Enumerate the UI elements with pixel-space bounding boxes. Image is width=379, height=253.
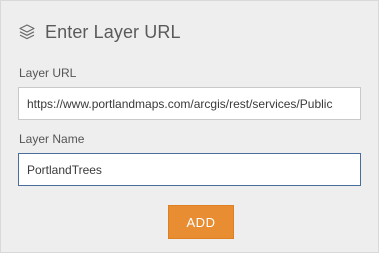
enter-layer-url-panel: Enter Layer URL Layer URL Layer Name ADD <box>0 0 379 253</box>
layer-name-label: Layer Name <box>19 132 85 146</box>
layer-url-label: Layer URL <box>19 66 77 80</box>
layer-url-input[interactable] <box>18 87 361 120</box>
layer-name-input[interactable] <box>18 153 361 186</box>
panel-header: Enter Layer URL <box>18 19 181 45</box>
layers-icon <box>18 23 36 41</box>
panel-title: Enter Layer URL <box>45 21 181 42</box>
add-button[interactable]: ADD <box>168 205 234 239</box>
